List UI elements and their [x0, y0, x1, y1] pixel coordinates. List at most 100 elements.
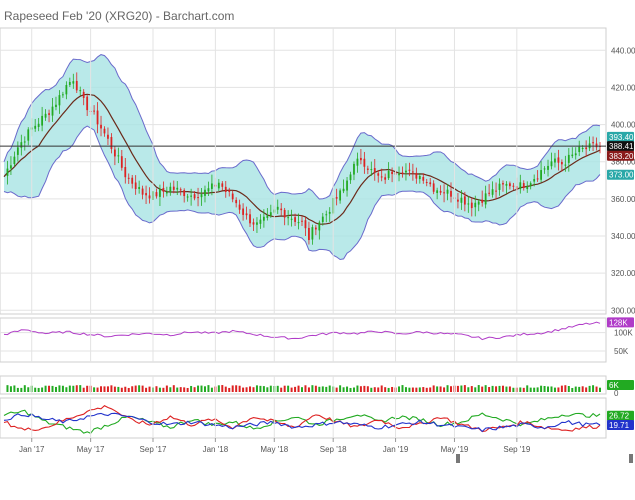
- candle-body: [391, 171, 393, 175]
- candle-body: [276, 206, 279, 210]
- value-badge: 393.40: [607, 131, 634, 142]
- volume-bar: [86, 385, 89, 392]
- candle-body: [498, 183, 501, 190]
- candle-body: [62, 94, 64, 96]
- candle-body: [460, 197, 463, 203]
- volume-bar: [422, 387, 425, 392]
- volume-bar: [436, 386, 439, 392]
- candle-body: [162, 187, 165, 192]
- volume-bar: [585, 387, 588, 392]
- candle-body: [384, 177, 387, 180]
- range-handle-left[interactable]: [456, 454, 460, 463]
- volume-bar: [124, 386, 127, 392]
- volume-line-panel: 50K 100K 128K: [0, 317, 634, 363]
- candle-body: [505, 183, 508, 186]
- volume-bar: [311, 385, 314, 392]
- price-panel: 300.00320.00340.00360.00380.00400.00420.…: [0, 27, 635, 315]
- candle-body: [107, 134, 109, 139]
- candle-body: [581, 147, 584, 149]
- volume-bar: [290, 387, 293, 392]
- volume-bars-panel: 0 6K: [0, 375, 634, 398]
- candle-body: [138, 187, 141, 189]
- value-badge: 26.72: [607, 410, 634, 421]
- volume-bar: [498, 385, 501, 392]
- volume-bar: [456, 385, 459, 392]
- volume-bar: [158, 387, 161, 392]
- volume-bar: [470, 386, 473, 392]
- candle-body: [446, 189, 449, 194]
- volume-bar: [411, 387, 414, 392]
- candle-body: [183, 190, 186, 197]
- volume-bar: [564, 385, 567, 392]
- volume-bar: [210, 387, 213, 392]
- volume-bar: [349, 387, 352, 392]
- volume-bar: [557, 387, 560, 392]
- candle-body: [235, 199, 238, 204]
- candle-body: [401, 172, 404, 174]
- volume-bar: [224, 386, 227, 392]
- candle-body: [48, 113, 50, 115]
- x-axis-handles[interactable]: [456, 454, 633, 463]
- candle-body: [470, 202, 473, 209]
- candle-body: [411, 171, 414, 173]
- value-badge: 383.20: [607, 150, 634, 161]
- volume-bar: [474, 387, 477, 392]
- adx-series-line: [3, 412, 601, 433]
- candle-body: [526, 186, 529, 190]
- candle-body: [228, 190, 231, 193]
- range-handle-right[interactable]: [629, 454, 633, 463]
- candle-body: [436, 190, 439, 194]
- volume-bar: [446, 385, 449, 392]
- candle-body: [373, 168, 376, 173]
- volume-bar: [443, 387, 446, 392]
- volume-bar: [120, 387, 123, 392]
- volume-bar: [200, 385, 203, 392]
- candle-body: [113, 149, 116, 157]
- candle-body: [547, 165, 549, 170]
- value-badge-label: 128K: [609, 318, 628, 327]
- candle-body: [509, 183, 511, 187]
- candle-body: [339, 190, 342, 201]
- volume-bar: [560, 385, 563, 392]
- volume-bar: [307, 387, 310, 392]
- volume-bar: [450, 386, 452, 392]
- value-badge-label: 26.72: [609, 412, 630, 421]
- candle-body: [262, 216, 265, 221]
- candle-body: [363, 158, 366, 167]
- candle-body: [564, 164, 567, 166]
- volume-bar: [491, 385, 494, 392]
- candle-body: [328, 211, 331, 214]
- volume-line-badge: 128K: [607, 317, 634, 328]
- candle-body: [377, 173, 380, 176]
- candle-body: [16, 147, 19, 155]
- volume-bar: [100, 386, 103, 392]
- volume-bar: [113, 386, 116, 392]
- candle-body: [127, 177, 130, 179]
- volume-bar: [463, 385, 466, 392]
- volume-bar: [155, 386, 158, 392]
- volume-bar: [231, 385, 234, 392]
- volume-bar: [41, 387, 44, 392]
- volume-bar: [439, 386, 442, 392]
- volume-bar: [13, 385, 16, 392]
- volume-bar: [366, 386, 369, 392]
- volume-bars: [6, 385, 601, 392]
- volume-bar: [117, 386, 120, 392]
- candle-body: [557, 157, 560, 163]
- volume-bar: [363, 385, 366, 392]
- value-badge-label: 393.40: [609, 133, 634, 142]
- candle-body: [37, 123, 40, 127]
- candle-body: [325, 214, 328, 216]
- volume-bar: [335, 387, 338, 392]
- volume-bar: [228, 387, 231, 392]
- candle-body: [481, 199, 484, 203]
- volume-bar: [547, 386, 550, 392]
- x-tick-label: May '17: [77, 445, 105, 454]
- x-tick-label: Sep '17: [140, 445, 167, 454]
- candle-body: [179, 189, 182, 191]
- volume-bar: [82, 387, 85, 392]
- volume-bar: [16, 387, 19, 392]
- candle-body: [474, 202, 477, 208]
- price-tick-label: 320.00: [611, 269, 635, 278]
- candle-body: [467, 203, 470, 205]
